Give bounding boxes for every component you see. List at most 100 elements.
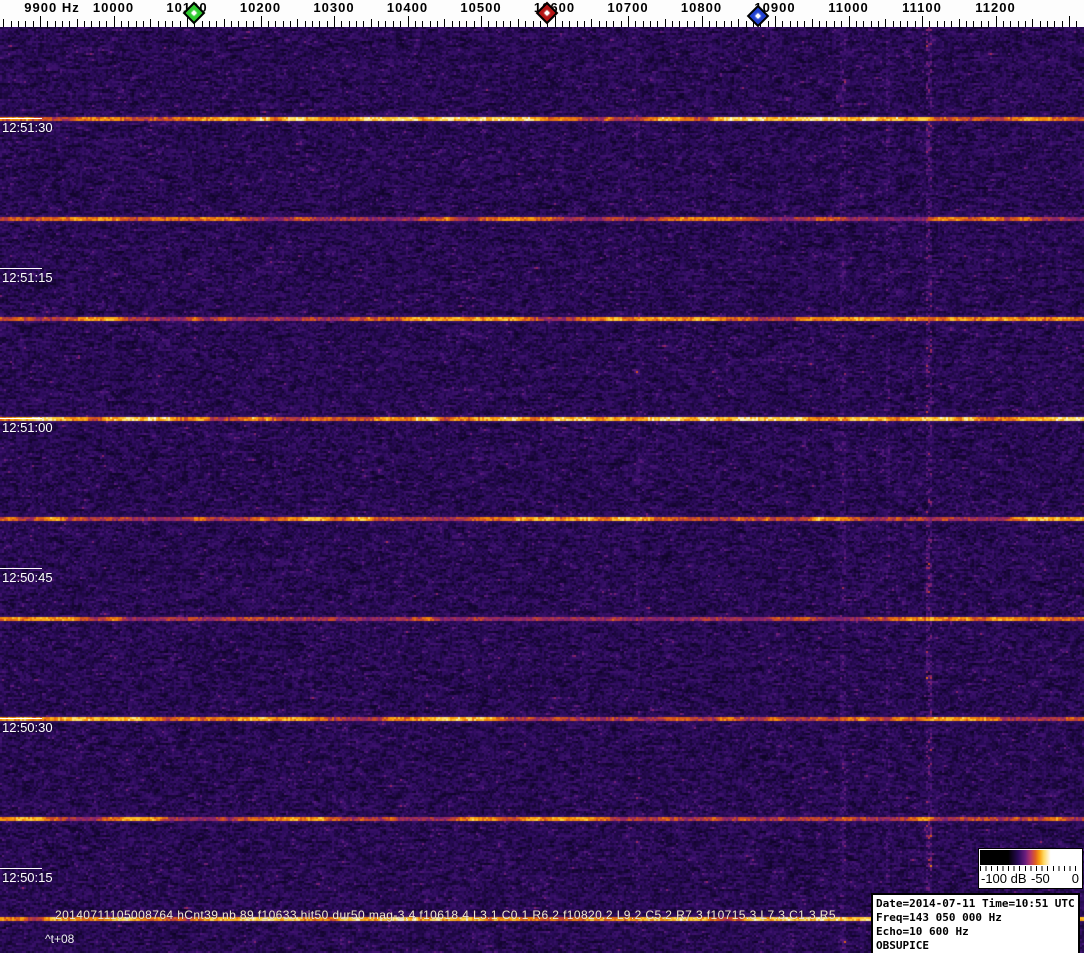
freq-tick [1003, 21, 1004, 27]
freq-tick [569, 21, 570, 27]
freq-tick [371, 19, 372, 27]
freq-tick [672, 21, 673, 27]
freq-axis-label: 9900 Hz [24, 0, 79, 15]
freq-tick [981, 21, 982, 27]
freq-tick [849, 16, 850, 27]
freq-axis-label: 10200 [240, 0, 281, 15]
frequency-axis: 9900 Hz100001010010200103001040010500106… [0, 0, 1084, 27]
spectrogram-canvas[interactable] [0, 27, 1084, 953]
freq-tick [459, 21, 460, 27]
freq-tick [591, 19, 592, 27]
freq-axis-label: 11000 [828, 0, 868, 15]
freq-tick [415, 21, 416, 27]
db-min-label: -100 dB [981, 871, 1027, 886]
time-tick [0, 568, 42, 569]
freq-tick [988, 21, 989, 27]
freq-tick [510, 21, 511, 27]
freq-tick [1025, 21, 1026, 27]
freq-tick [158, 21, 159, 27]
freq-tick [937, 21, 938, 27]
freq-tick [533, 21, 534, 27]
freq-tick [69, 21, 70, 27]
freq-tick [356, 21, 357, 27]
freq-tick [1069, 16, 1070, 27]
freq-tick [893, 21, 894, 27]
freq-tick [1032, 19, 1033, 27]
freq-tick [687, 21, 688, 27]
freq-tick [819, 21, 820, 27]
freq-tick [268, 21, 269, 27]
freq-tick [18, 21, 19, 27]
time-axis-label: 12:50:45 [2, 570, 53, 585]
info-frequency: Freq=143 050 000 Hz [876, 911, 1078, 925]
freq-tick [738, 19, 739, 27]
freq-tick [437, 21, 438, 27]
freq-tick [297, 19, 298, 27]
time-axis-label: 12:51:30 [2, 120, 53, 135]
freq-tick [216, 21, 217, 27]
freq-axis-label: 11100 [902, 0, 942, 15]
freq-tick [312, 21, 313, 27]
freq-tick [385, 21, 386, 27]
freq-tick [305, 21, 306, 27]
freq-tick [422, 21, 423, 27]
freq-tick [55, 21, 56, 27]
db-max-label: 0 [1072, 871, 1079, 886]
freq-tick [452, 21, 453, 27]
freq-tick [334, 16, 335, 27]
freq-tick [929, 21, 930, 27]
freq-tick [863, 21, 864, 27]
freq-tick [114, 16, 115, 27]
marker-center-dot [755, 13, 761, 19]
freq-tick [856, 21, 857, 27]
freq-tick [915, 21, 916, 27]
freq-tick [657, 21, 658, 27]
freq-tick [62, 21, 63, 27]
freq-axis-label: 10700 [607, 0, 648, 15]
freq-tick [812, 19, 813, 27]
freq-tick [400, 21, 401, 27]
freq-tick [231, 21, 232, 27]
freq-tick [555, 16, 556, 27]
freq-tick [99, 21, 100, 27]
freq-tick [665, 19, 666, 27]
time-axis-label: 12:51:15 [2, 270, 53, 285]
freq-tick [790, 21, 791, 27]
freq-tick [444, 19, 445, 27]
freq-tick [275, 21, 276, 27]
freq-tick [613, 21, 614, 27]
freq-tick [577, 21, 578, 27]
color-scale-labels: -100 dB -50 0 [979, 871, 1082, 887]
freq-tick [900, 21, 901, 27]
info-echo: Echo=10 600 Hz [876, 925, 1078, 939]
freq-tick [33, 21, 34, 27]
freq-tick [966, 21, 967, 27]
freq-axis-label: 10300 [313, 0, 354, 15]
freq-tick [834, 21, 835, 27]
freq-tick [253, 21, 254, 27]
freq-tick [341, 21, 342, 27]
freq-tick [643, 21, 644, 27]
freq-tick [180, 21, 181, 27]
info-date-time: Date=2014-07-11 Time=10:51 UTC [876, 897, 1078, 911]
freq-tick [973, 21, 974, 27]
freq-tick [724, 21, 725, 27]
spectrogram-area: 20140711105008764 hCnt39 nb 89 f10633 hi… [0, 27, 1084, 953]
freq-tick [525, 21, 526, 27]
freq-tick [731, 21, 732, 27]
freq-tick [621, 21, 622, 27]
freq-tick [518, 19, 519, 27]
freq-tick [378, 21, 379, 27]
freq-tick [878, 21, 879, 27]
freq-tick [804, 21, 805, 27]
freq-tick [584, 21, 585, 27]
freq-tick [224, 19, 225, 27]
freq-tick [40, 16, 41, 27]
freq-tick [716, 21, 717, 27]
time-tick [0, 418, 42, 419]
freq-tick [349, 21, 350, 27]
marker-center-dot [192, 10, 198, 16]
freq-tick [907, 21, 908, 27]
freq-tick [996, 16, 997, 27]
freq-axis-label: 10500 [460, 0, 501, 15]
